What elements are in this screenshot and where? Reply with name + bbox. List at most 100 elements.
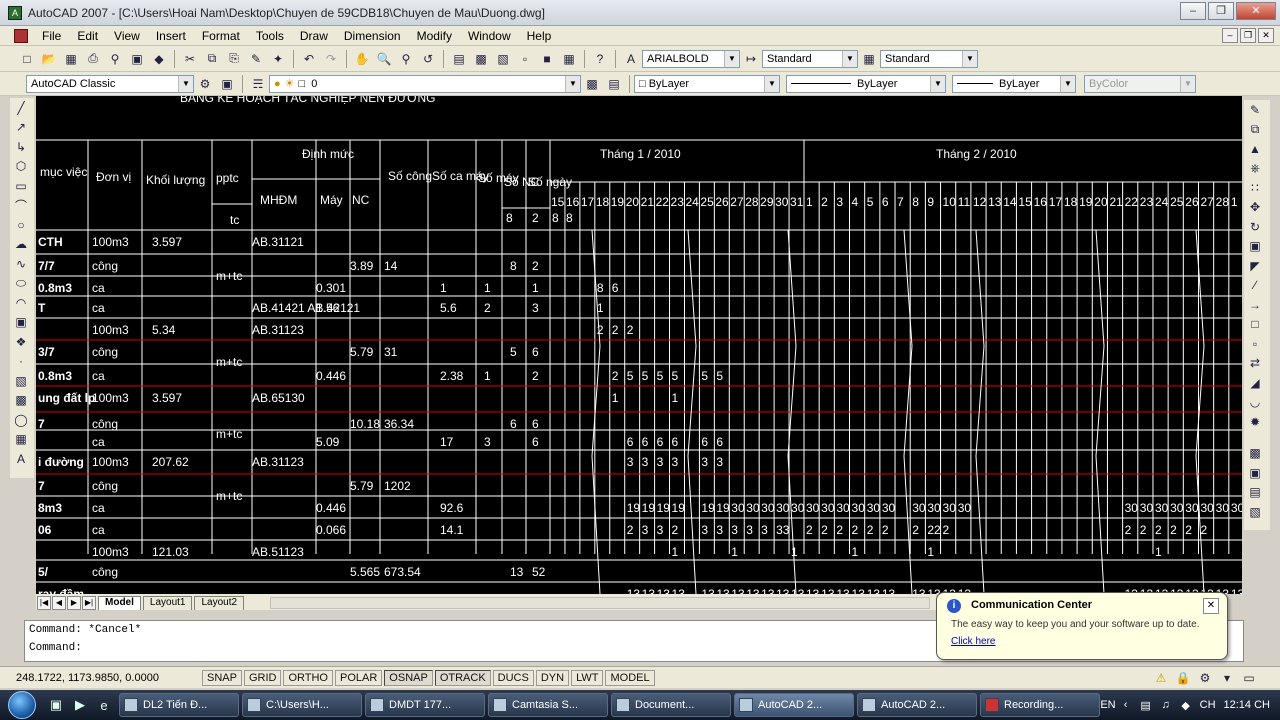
- close-icon[interactable]: ✕: [1203, 598, 1219, 614]
- markup-icon[interactable]: ■: [538, 50, 556, 68]
- last-tab-icon[interactable]: ▶|: [82, 596, 96, 610]
- day-label[interactable]: 25: [1170, 195, 1184, 209]
- gantt-value[interactable]: 2: [912, 523, 919, 537]
- cell-mhdm[interactable]: AB.51123: [252, 545, 304, 559]
- cell-so-nc[interactable]: 8: [510, 259, 517, 273]
- trim-icon[interactable]: ∕: [1244, 276, 1266, 296]
- header-nc[interactable]: NC: [352, 193, 370, 207]
- cell-khoi-luong[interactable]: 3.597: [152, 235, 182, 249]
- gantt-value[interactable]: 2: [672, 523, 679, 537]
- cell-don-vi[interactable]: công: [92, 479, 118, 493]
- taskbar-item[interactable]: Camtasia S...: [488, 693, 608, 717]
- gantt-value[interactable]: 13: [627, 587, 641, 594]
- gantt-value[interactable]: 19: [657, 501, 671, 515]
- redo-icon[interactable]: ↷: [322, 50, 340, 68]
- hatch-icon[interactable]: ▧: [10, 371, 32, 391]
- multiline-text-icon[interactable]: A: [10, 449, 32, 469]
- day-label[interactable]: 2: [821, 195, 828, 209]
- gantt-value[interactable]: 30: [731, 501, 745, 515]
- ortho-toggle[interactable]: ORTHO: [283, 669, 333, 686]
- close-button[interactable]: ✕: [1236, 2, 1276, 20]
- gantt-value[interactable]: 3: [642, 455, 649, 469]
- move-icon[interactable]: ✥: [1244, 198, 1266, 218]
- cell-muc-viec[interactable]: 3/7: [38, 345, 55, 359]
- day-label[interactable]: 31: [790, 195, 804, 209]
- autocad-app-icon[interactable]: A: [8, 5, 22, 20]
- explode-icon[interactable]: ✹: [1244, 412, 1266, 432]
- gantt-value[interactable]: 19: [627, 501, 641, 515]
- gantt-value[interactable]: 30: [943, 501, 957, 515]
- cell-muc-viec[interactable]: 0.8m3: [38, 369, 72, 383]
- day-label[interactable]: 5: [867, 195, 874, 209]
- cell-so-may[interactable]: 1: [484, 369, 491, 383]
- menu-edit[interactable]: Edit: [69, 29, 106, 43]
- day-label[interactable]: 8: [912, 195, 919, 209]
- cut-icon[interactable]: ✂: [181, 50, 199, 68]
- cell-don-vi[interactable]: công: [92, 565, 118, 579]
- cell-may[interactable]: 0.446: [316, 501, 346, 515]
- cell-muc-viec[interactable]: 8m3: [38, 501, 62, 515]
- day-label[interactable]: 4: [852, 195, 859, 209]
- menu-draw[interactable]: Draw: [292, 29, 336, 43]
- gantt-value[interactable]: 5: [716, 369, 723, 383]
- plot-icon[interactable]: ⎙: [84, 50, 102, 68]
- menu-tools[interactable]: Tools: [248, 29, 292, 43]
- volume-icon[interactable]: ♫: [1158, 697, 1174, 713]
- circle-icon[interactable]: ○: [10, 215, 32, 235]
- day-label[interactable]: 27: [730, 195, 744, 209]
- gantt-value[interactable]: 30: [746, 501, 760, 515]
- gantt-value[interactable]: 13: [1231, 587, 1242, 594]
- cell-muc-viec[interactable]: CTH: [38, 235, 63, 249]
- gantt-value[interactable]: 30: [1155, 501, 1169, 515]
- gantt-value[interactable]: 30: [1170, 501, 1184, 515]
- cell-muc-viec[interactable]: 7/7: [38, 259, 55, 273]
- properties-icon[interactable]: ▤: [450, 50, 468, 68]
- lineweight-select[interactable]: ByLayer ▼: [952, 74, 1076, 93]
- gantt-value[interactable]: 1: [672, 391, 679, 405]
- help-icon[interactable]: ?: [591, 50, 609, 68]
- day-label[interactable]: 22: [1125, 195, 1139, 209]
- menu-insert[interactable]: Insert: [148, 29, 194, 43]
- day-label[interactable]: 20: [1094, 195, 1108, 209]
- gantt-value[interactable]: 30: [836, 501, 850, 515]
- day-label[interactable]: 16: [1034, 195, 1048, 209]
- day-label[interactable]: 16: [566, 195, 580, 209]
- publish-icon[interactable]: ▣: [128, 50, 146, 68]
- day-label[interactable]: 18: [596, 195, 610, 209]
- header-extra-value[interactable]: 8: [566, 211, 573, 225]
- gantt-value[interactable]: 30: [761, 501, 775, 515]
- arc-icon[interactable]: ⌒: [10, 196, 32, 216]
- taskbar-item[interactable]: Document...: [611, 693, 731, 717]
- gantt-value[interactable]: 2: [1200, 523, 1207, 537]
- day-label[interactable]: 21: [1109, 195, 1123, 209]
- header-mhdm[interactable]: MHĐM: [260, 193, 297, 207]
- spline-icon[interactable]: ∿: [10, 254, 32, 274]
- grid-toggle[interactable]: GRID: [243, 669, 282, 686]
- cell-don-vi[interactable]: 100m3: [92, 391, 129, 405]
- cell-don-vi[interactable]: 100m3: [92, 545, 129, 559]
- gantt-value[interactable]: 3: [731, 523, 738, 537]
- gantt-value[interactable]: 30: [791, 501, 805, 515]
- menu-dimension[interactable]: Dimension: [336, 29, 409, 43]
- gantt-value[interactable]: 13: [657, 587, 671, 594]
- cell-mhdm[interactable]: AB.31123: [252, 323, 304, 337]
- taskbar-item[interactable]: C:\Users\H...: [242, 693, 362, 717]
- cell-so-ca-may[interactable]: 17: [440, 435, 454, 449]
- gantt-value[interactable]: 3: [701, 455, 708, 469]
- cell-may[interactable]: 0.066: [316, 523, 346, 537]
- day-label[interactable]: 26: [1185, 195, 1199, 209]
- open-icon[interactable]: 📂: [40, 50, 58, 68]
- taskbar-item[interactable]: DL2 Tiến Đ...: [119, 693, 239, 717]
- join-icon[interactable]: ⇄: [1244, 354, 1266, 374]
- gantt-value[interactable]: 2: [627, 323, 634, 337]
- gantt-value[interactable]: 13: [731, 587, 745, 594]
- gantt-value[interactable]: 3: [642, 523, 649, 537]
- zoom-previous-icon[interactable]: ↺: [419, 50, 437, 68]
- minimize-button[interactable]: –: [1180, 2, 1206, 20]
- linetype-select[interactable]: ByLayer ▼: [786, 74, 946, 93]
- next-tab-icon[interactable]: ▶: [67, 596, 81, 610]
- day-label[interactable]: 7: [897, 195, 904, 209]
- gantt-value[interactable]: 5: [642, 369, 649, 383]
- gantt-value[interactable]: 30: [1231, 501, 1242, 515]
- array-icon[interactable]: ∷: [1244, 178, 1266, 198]
